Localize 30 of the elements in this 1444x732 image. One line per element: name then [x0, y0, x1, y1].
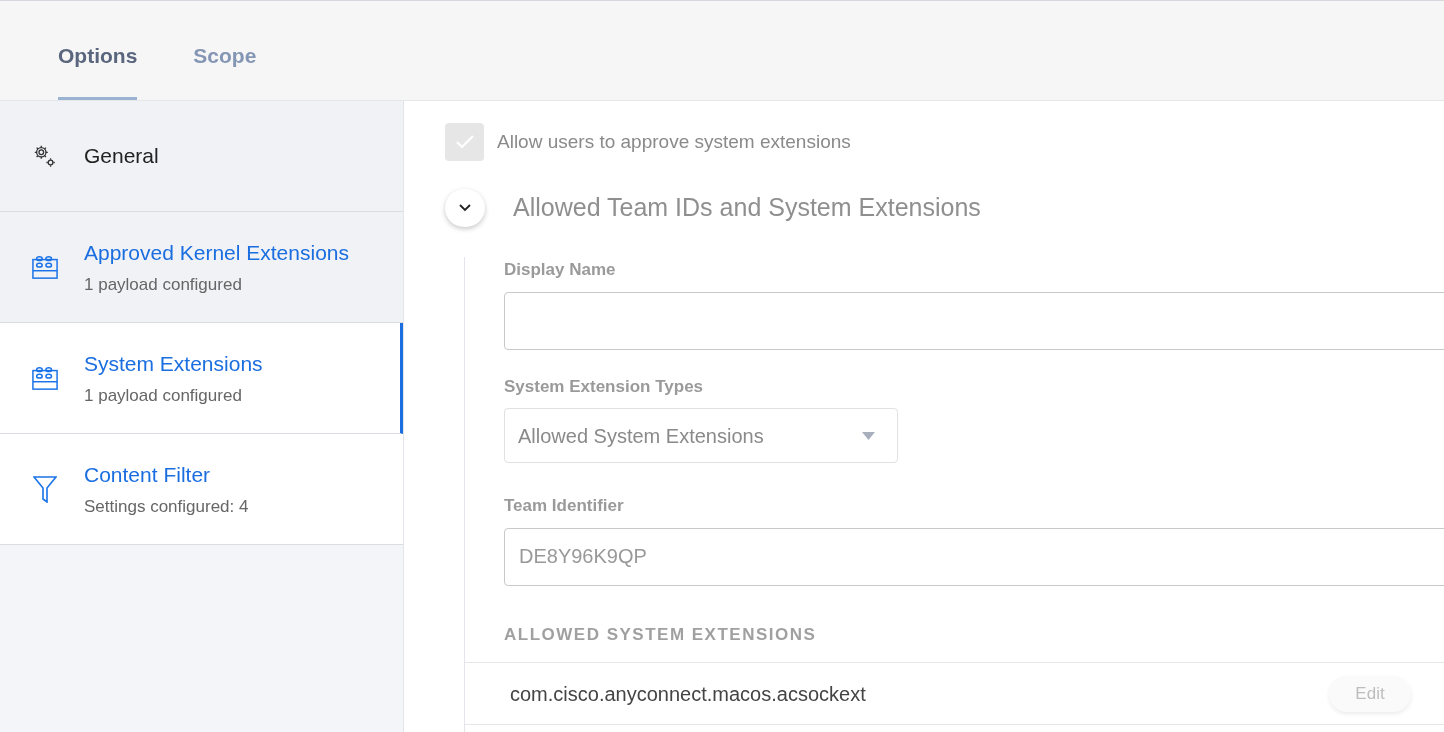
brick-icon: [32, 254, 58, 280]
dropdown[interactable]: Allowed System Extensions: [504, 408, 898, 463]
item-title: General: [84, 143, 159, 170]
list-heading: ALLOWED SYSTEM EXTENSIONS: [504, 623, 818, 646]
sidebar-item[interactable]: Approved Kernel Extensions 1 payload configured: [0, 212, 403, 323]
checkbox-label: Allow users to approve system extensions: [497, 129, 851, 154]
field-label: System Extension Types: [504, 375, 705, 398]
dropdown-arrow-icon: [862, 431, 875, 440]
field-label: Display Name: [504, 259, 617, 281]
collapse-toggle[interactable]: [445, 189, 485, 227]
text-field[interactable]: DE8Y96K9QP: [504, 527, 1444, 586]
brick-icon: [32, 365, 58, 391]
item-title: Approved Kernel Extensions: [84, 239, 349, 266]
sidebar-item[interactable]: Content Filter Settings configured: 4: [0, 434, 403, 545]
item-title: System Extensions: [84, 350, 263, 377]
chevron-down-icon: [459, 204, 471, 212]
tab[interactable]: Scope: [193, 1, 257, 100]
sidebar-item[interactable]: System Extensions 1 payload configured: [0, 323, 403, 434]
item-title: Content Filter: [84, 461, 212, 488]
checkbox[interactable]: [445, 123, 484, 161]
extension-name: com.cisco.anyconnect.macos.acsockext: [510, 681, 866, 707]
field-label: Team Identifier: [504, 495, 625, 517]
sidebar-item[interactable]: General: [0, 101, 403, 212]
item-subtitle: 1 payload configured: [84, 385, 243, 407]
section-title: Allowed Team IDs and System Extensions: [513, 192, 981, 224]
filter-icon: [33, 475, 57, 503]
item-subtitle: Settings configured: 4: [84, 496, 249, 518]
check-icon: [455, 135, 474, 149]
item-subtitle: 1 payload configured: [84, 274, 243, 296]
text-field[interactable]: [504, 291, 1444, 350]
